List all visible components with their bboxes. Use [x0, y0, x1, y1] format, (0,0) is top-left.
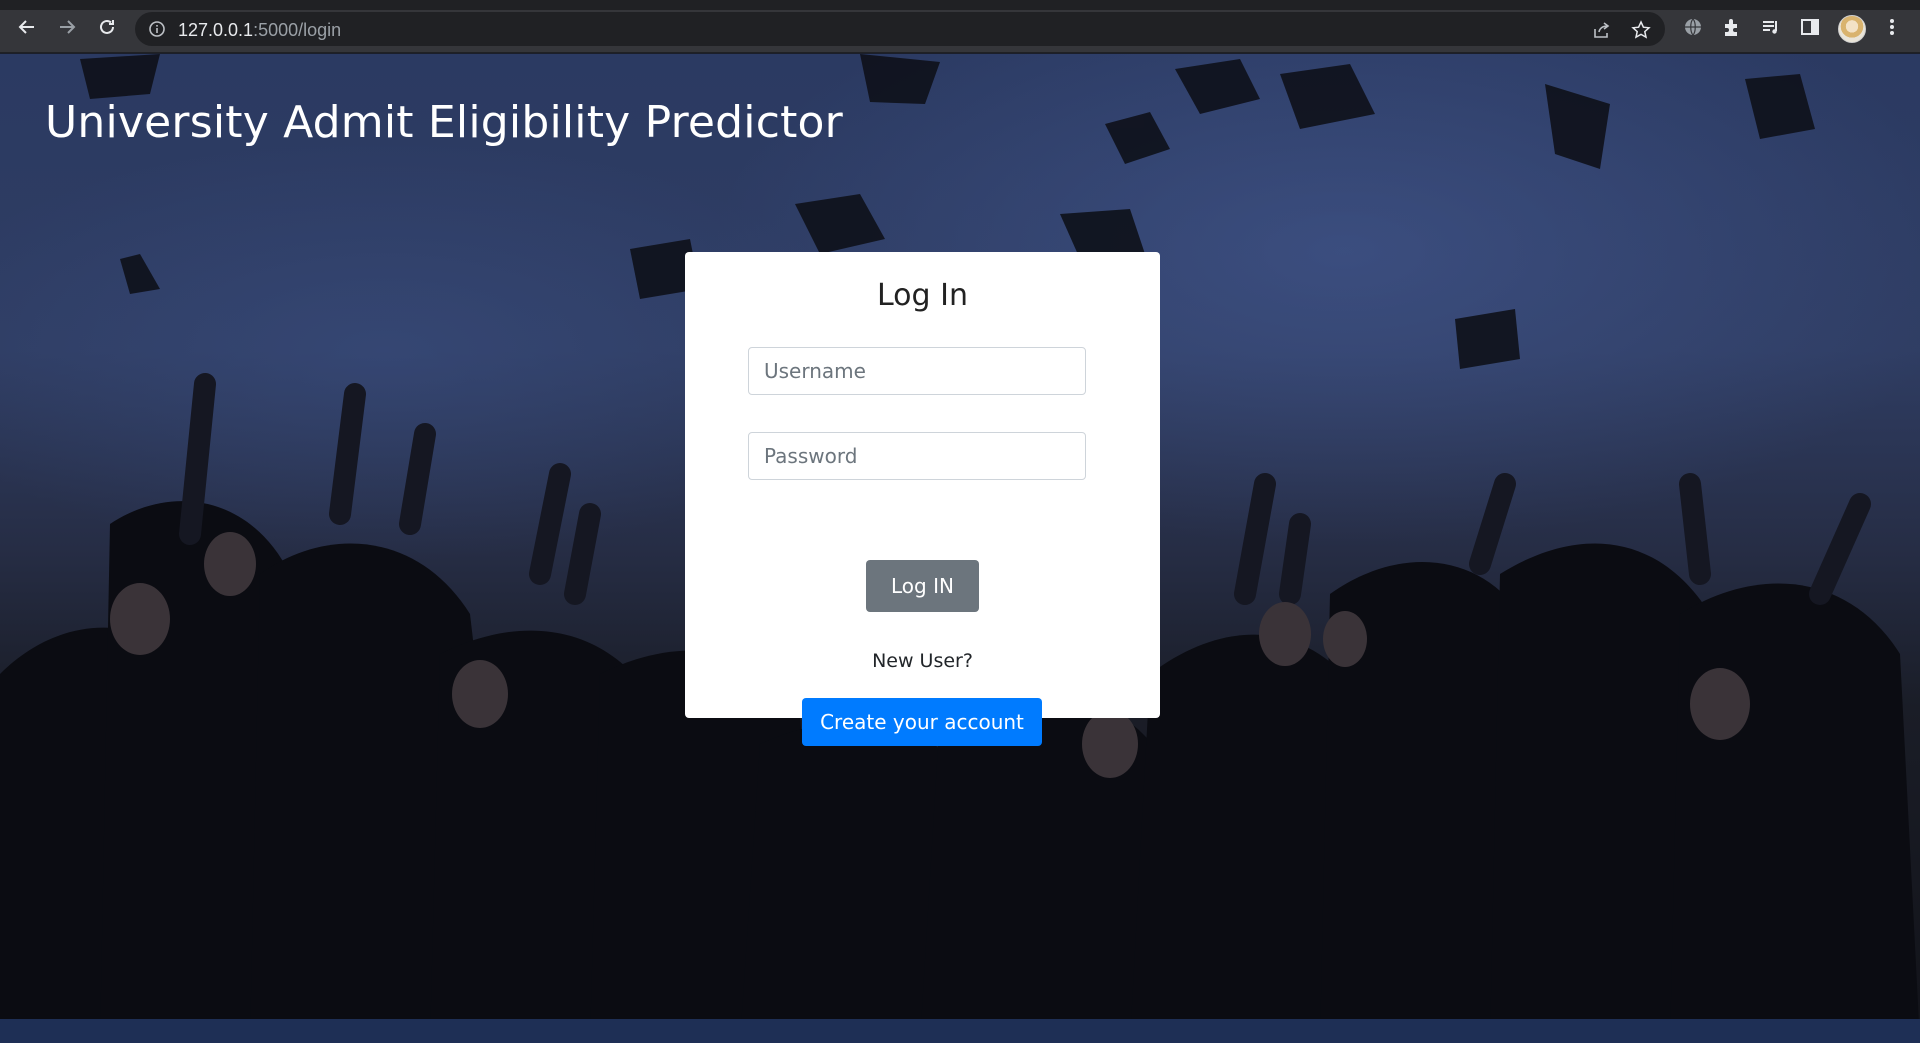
address-bar[interactable]: 127.0.0.1:5000/login — [135, 12, 1665, 46]
forward-icon[interactable] — [54, 14, 80, 40]
profile-avatar[interactable] — [1838, 15, 1866, 43]
back-icon[interactable] — [14, 14, 40, 40]
bottom-strip — [0, 1019, 1920, 1043]
site-info-icon[interactable] — [148, 20, 166, 38]
translate-icon[interactable] — [1681, 15, 1705, 39]
new-user-text: New User? — [872, 650, 973, 672]
browser-toolbar: 127.0.0.1:5000/login — [0, 0, 1920, 53]
login-heading: Log In — [877, 278, 968, 313]
side-panel-icon[interactable] — [1798, 15, 1822, 39]
bookmark-star-icon[interactable] — [1630, 19, 1652, 41]
url-host: 127.0.0.1 — [178, 20, 254, 40]
login-button[interactable]: Log IN — [866, 560, 979, 612]
username-input[interactable] — [748, 347, 1086, 395]
create-account-button[interactable]: Create your account — [802, 698, 1042, 746]
login-card: Log In Log IN New User? Create your acco… — [685, 252, 1160, 746]
login-page: University Admit Eligibility Predictor L… — [0, 54, 1920, 1043]
share-icon[interactable] — [1590, 19, 1612, 41]
menu-kebab-icon[interactable] — [1880, 15, 1904, 39]
reload-icon[interactable] — [94, 14, 120, 40]
extensions-icon[interactable] — [1720, 15, 1744, 39]
url-text[interactable]: 127.0.0.1:5000/login — [178, 20, 341, 41]
tab-strip — [0, 0, 1920, 10]
password-input[interactable] — [748, 432, 1086, 480]
site-title: University Admit Eligibility Predictor — [45, 97, 843, 148]
url-path: :5000/login — [253, 20, 342, 40]
media-queue-icon[interactable] — [1759, 15, 1783, 39]
